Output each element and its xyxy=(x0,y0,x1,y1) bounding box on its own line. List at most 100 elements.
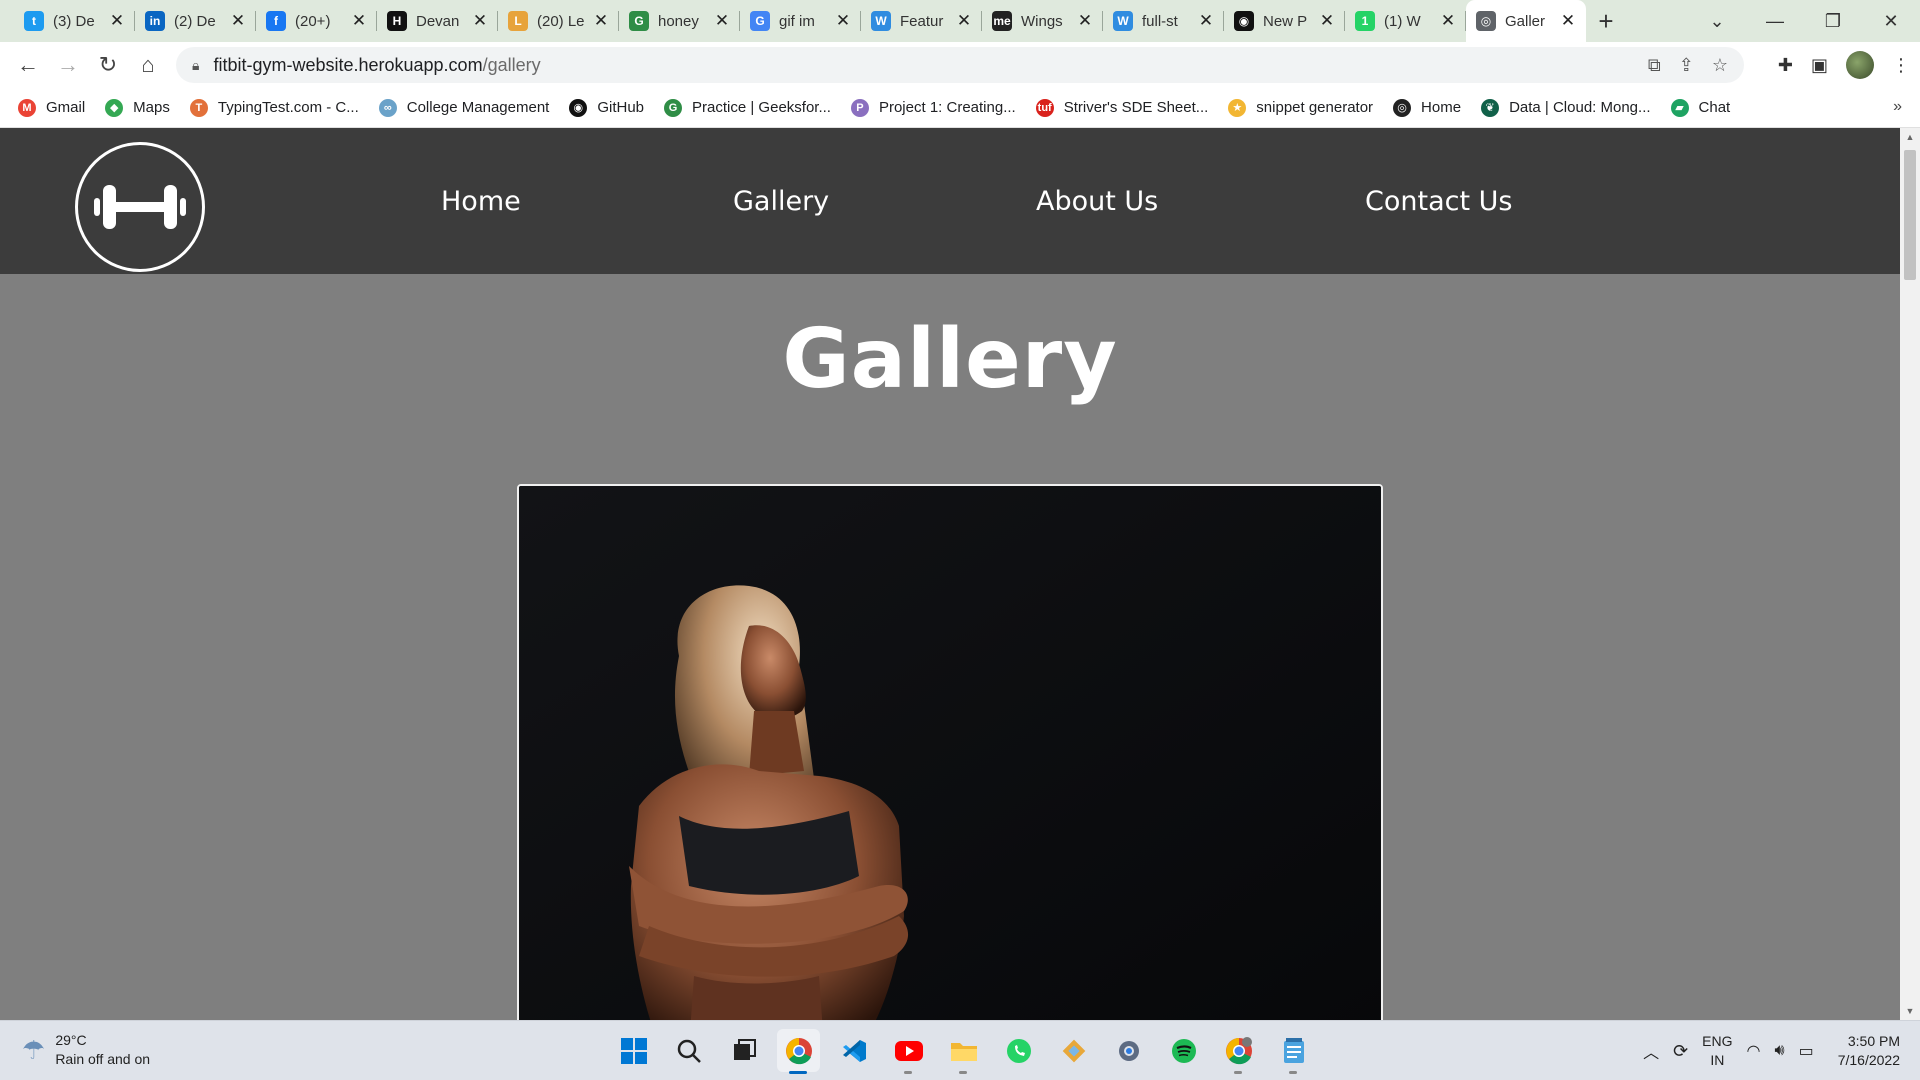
start-icon[interactable] xyxy=(612,1029,655,1072)
back-arrow-icon[interactable]: ← xyxy=(8,45,48,85)
medium-icon: me xyxy=(992,11,1012,31)
nav-contact-link[interactable]: Contact Us xyxy=(1365,128,1512,274)
scroll-down-arrow-icon[interactable]: ▼ xyxy=(1900,1006,1920,1016)
forward-arrow-icon[interactable]: → xyxy=(48,45,88,85)
vscode-icon[interactable] xyxy=(832,1029,875,1072)
tab-close-icon[interactable]: ✕ xyxy=(351,11,367,31)
wifi-icon[interactable]: ◠ xyxy=(1747,1041,1761,1061)
page-viewport: Home Gallery About Us Contact Us Gallery xyxy=(0,128,1900,1020)
chevron-up-icon[interactable]: ︿ xyxy=(1643,1039,1659,1063)
browser-tab[interactable]: t (3) De ✕ xyxy=(14,0,135,42)
tab-close-icon[interactable]: ✕ xyxy=(1440,11,1456,31)
settings-icon[interactable] xyxy=(1107,1029,1150,1072)
nav-home-link[interactable]: Home xyxy=(441,128,521,274)
tab-close-icon[interactable]: ✕ xyxy=(714,11,730,31)
sync-icon[interactable]: ⟳ xyxy=(1673,1041,1688,1062)
spotify-icon[interactable] xyxy=(1162,1029,1205,1072)
notepad-icon[interactable] xyxy=(1272,1029,1315,1074)
browser-tab[interactable]: Ghoney ✕ xyxy=(619,0,740,42)
browser-tab[interactable]: L (20) Le ✕ xyxy=(498,0,619,42)
close-window-icon[interactable]: ✕ xyxy=(1862,11,1920,32)
bookmark-label: Data | Cloud: Mong... xyxy=(1509,99,1651,116)
file-explorer-icon[interactable] xyxy=(942,1029,985,1074)
bookmark-item[interactable]: ∞ College Management xyxy=(378,98,549,117)
tab-title: gif im xyxy=(779,12,815,30)
git-icon[interactable] xyxy=(1052,1029,1095,1072)
bookmark-item[interactable]: T TypingTest.com - C... xyxy=(189,98,359,117)
bookmark-item[interactable]: M Gmail xyxy=(18,98,85,117)
bookmark-item[interactable]: G Practice | Geeksfor... xyxy=(664,98,831,117)
weather-widget[interactable]: ☂ 29°C Rain off and on xyxy=(22,1031,150,1069)
browser-tab[interactable]: Wfull-st ✕ xyxy=(1103,0,1224,42)
bookmark-item[interactable]: ◎ Home xyxy=(1393,98,1461,117)
youtube-icon[interactable] xyxy=(887,1029,930,1074)
browser-tab[interactable]: ◉ New P ✕ xyxy=(1224,0,1345,42)
browser-tab[interactable]: W Featur ✕ xyxy=(861,0,982,42)
reload-icon[interactable]: ↻ xyxy=(88,45,128,85)
extensions-puzzle-icon[interactable]: ✚ xyxy=(1778,55,1793,76)
lock-icon[interactable]: 🔒︎ xyxy=(192,57,199,74)
bookmark-item[interactable]: ◉ GitHub xyxy=(569,98,644,117)
bookmark-item[interactable]: tuf Striver's SDE Sheet... xyxy=(1035,98,1208,117)
tab-title: (2) De xyxy=(174,12,216,30)
tab-close-icon[interactable]: ✕ xyxy=(230,11,246,31)
browser-tab[interactable]: in (2) De ✕ xyxy=(135,0,256,42)
browser-tab[interactable]: Ggif im ✕ xyxy=(740,0,861,42)
browser-tab[interactable]: me Wings ✕ xyxy=(982,0,1103,42)
tab-close-icon[interactable]: ✕ xyxy=(1198,11,1214,31)
volume-icon[interactable]: 🔊︎ xyxy=(1774,1042,1784,1060)
browser-tab[interactable]: ◎ Galler ✕ xyxy=(1466,0,1586,42)
dumbbell-logo-icon[interactable] xyxy=(75,142,205,272)
share-icon[interactable]: ⇪ xyxy=(1679,55,1694,76)
toolbar-right: ✚ ▣ ⋮ xyxy=(1778,45,1910,85)
tab-close-icon[interactable]: ✕ xyxy=(593,11,609,31)
nav-gallery-link[interactable]: Gallery xyxy=(733,128,829,274)
window-controls: ⌄ — ❐ ✕ xyxy=(1688,0,1920,42)
scrollbar-thumb[interactable] xyxy=(1904,150,1916,280)
search-icon[interactable] xyxy=(667,1029,710,1072)
gallery-image[interactable] xyxy=(517,484,1383,1020)
chrome-icon[interactable] xyxy=(777,1029,820,1074)
whatsapp-icon[interactable] xyxy=(997,1029,1040,1072)
bookmark-star-icon[interactable]: ☆ xyxy=(1712,55,1728,76)
tab-close-icon[interactable]: ✕ xyxy=(956,11,972,31)
bookmark-item[interactable]: ▰ Chat xyxy=(1670,98,1730,117)
profile-avatar[interactable] xyxy=(1846,51,1874,79)
side-panel-icon[interactable]: ▣ xyxy=(1811,55,1828,76)
nav-about-link[interactable]: About Us xyxy=(1036,128,1158,274)
tab-close-icon[interactable]: ✕ xyxy=(835,11,851,31)
chrome-profile-icon[interactable] xyxy=(1217,1029,1260,1074)
tab-search-chevron-icon[interactable]: ⌄ xyxy=(1688,11,1746,32)
bookmark-item[interactable]: P Project 1: Creating... xyxy=(850,98,1016,117)
bookmark-item[interactable]: ❦ Data | Cloud: Mong... xyxy=(1481,98,1651,117)
new-tab-button[interactable]: + xyxy=(1586,0,1626,42)
clock[interactable]: 3:50 PM 7/16/2022 xyxy=(1838,1032,1900,1070)
link-icon: ∞ xyxy=(378,98,397,117)
page-scrollbar[interactable]: ▲ ▼ xyxy=(1900,128,1920,1020)
task-view-icon[interactable] xyxy=(722,1029,765,1072)
menu-kebab-icon[interactable]: ⋮ xyxy=(1892,55,1910,76)
tab-close-icon[interactable]: ✕ xyxy=(109,11,125,31)
typingtest-icon: T xyxy=(189,98,208,117)
minimize-icon[interactable]: — xyxy=(1746,11,1804,32)
restore-icon[interactable]: ❐ xyxy=(1804,11,1862,32)
home-icon[interactable]: ⌂ xyxy=(128,45,168,85)
browser-tab[interactable]: H Devan ✕ xyxy=(377,0,498,42)
rain-cloud-icon: ☂ xyxy=(22,1034,46,1065)
tab-close-icon[interactable]: ✕ xyxy=(1077,11,1093,31)
battery-icon[interactable]: ▭ xyxy=(1799,1041,1814,1061)
url-text[interactable]: fitbit-gym-website.herokuapp.com/gallery xyxy=(213,55,540,76)
bookmark-item[interactable]: ◆ Maps xyxy=(105,98,170,117)
address-bar[interactable]: 🔒︎ fitbit-gym-website.herokuapp.com/gall… xyxy=(176,47,1744,83)
tab-close-icon[interactable]: ✕ xyxy=(1560,11,1576,31)
tab-close-icon[interactable]: ✕ xyxy=(472,11,488,31)
language-indicator[interactable]: ENG IN xyxy=(1702,1032,1732,1070)
leetcode-icon: L xyxy=(508,11,528,31)
browser-tab[interactable]: 1 (1) W ✕ xyxy=(1345,0,1466,42)
bookmarks-overflow-icon[interactable]: » xyxy=(1893,98,1902,116)
scroll-up-arrow-icon[interactable]: ▲ xyxy=(1900,132,1920,142)
translate-icon[interactable]: ⧉ xyxy=(1648,55,1661,76)
tab-close-icon[interactable]: ✕ xyxy=(1319,11,1335,31)
bookmark-item[interactable]: ★ snippet generator xyxy=(1228,98,1373,117)
browser-tab[interactable]: f (20+) ✕ xyxy=(256,0,377,42)
